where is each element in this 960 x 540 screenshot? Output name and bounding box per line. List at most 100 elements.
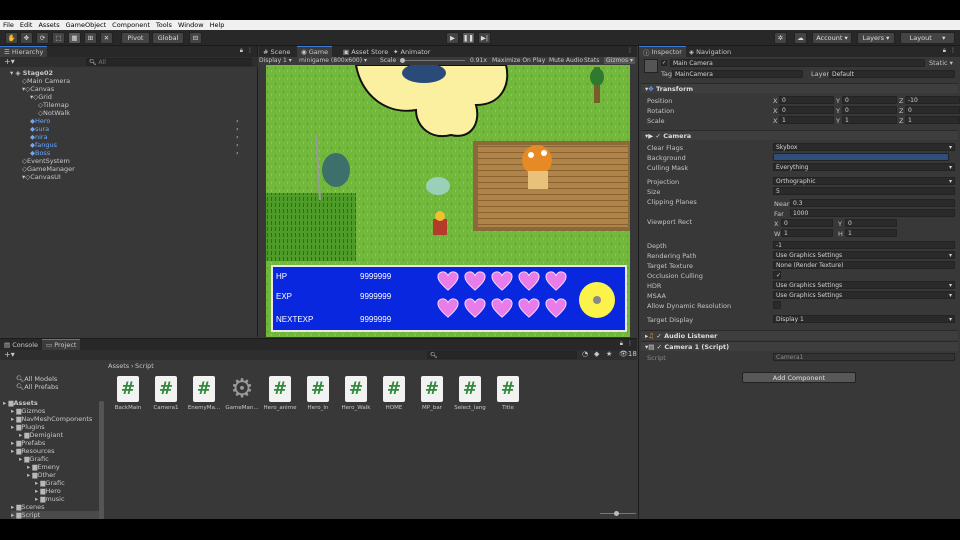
asset-item[interactable]: ⚙ GameMan... (225, 374, 259, 411)
menu-component[interactable]: Component (112, 21, 150, 29)
camera-row-field[interactable]: Use Graphics Settings ▾ (773, 251, 955, 259)
hierarchy-item[interactable]: ◇ NotWalk (38, 109, 70, 117)
static-toggle[interactable]: Static ▾ (929, 59, 953, 67)
asset-item[interactable]: # HOME (377, 376, 411, 411)
hand-tool-icon[interactable]: ✋ (5, 32, 18, 44)
grid-snap-icon[interactable]: ⊟ (189, 32, 202, 44)
stats-toggle[interactable]: Stats (584, 57, 599, 64)
hierarchy-item[interactable]: ▾◇ Canvas (22, 85, 54, 93)
transform-scale-z-field[interactable]: 1 (905, 116, 960, 124)
project-tree-item[interactable]: ▸ ▆ Prefabs (11, 439, 45, 447)
asset-item[interactable]: # Select_lang (453, 376, 487, 411)
transform-position-z-field[interactable]: -10 (905, 96, 960, 104)
cloud-icon[interactable]: ☁ (794, 32, 807, 44)
transform-scale-y-field[interactable]: 1 (842, 116, 897, 124)
tab-animator[interactable]: ✦ Animator (389, 46, 434, 57)
far-field[interactable]: 1000 (790, 209, 955, 217)
scene-root[interactable]: ▾ ◈ Stage02 (10, 69, 53, 77)
transform-rotation-z-field[interactable]: 0 (905, 106, 960, 114)
prefab-open-icon[interactable]: › (236, 117, 239, 125)
transform-position-x-field[interactable]: 0 (779, 96, 834, 104)
breadcrumb-assets[interactable]: Assets (108, 362, 129, 370)
hierarchy-item[interactable]: ◆ Hero › (30, 117, 239, 125)
scale-slider-thumb[interactable] (400, 58, 405, 63)
hierarchy-item[interactable]: ◇ Tilemap (38, 101, 69, 109)
hierarchy-item[interactable]: ◆ fangus › (30, 141, 239, 149)
hierarchy-item[interactable]: ▾◇ CanvasUI (22, 173, 61, 181)
active-checkbox[interactable]: ✓ (661, 60, 667, 66)
menu-window[interactable]: Window (178, 21, 204, 29)
vp-w-field[interactable]: 1 (781, 229, 833, 237)
panel-menu-icon[interactable]: ⋮ (950, 47, 956, 54)
lock-icon[interactable]: 🔒︎ (943, 47, 946, 55)
camera-row-field[interactable] (773, 153, 949, 161)
near-field[interactable]: 0.3 (790, 199, 955, 207)
move-tool-icon[interactable]: ✥ (20, 32, 33, 44)
favorite-item[interactable]: 🔍︎ All Prefabs (16, 383, 59, 391)
menu-file[interactable]: File (3, 21, 14, 29)
prefab-open-icon[interactable]: › (236, 149, 239, 157)
project-tree-item[interactable]: ▸ ▆ Assets (3, 399, 38, 407)
vp-h-field[interactable]: 1 (845, 229, 897, 237)
project-search[interactable]: 🔍︎ (427, 351, 577, 359)
asset-item[interactable]: # Hero_In (301, 376, 335, 411)
camera-row-field[interactable]: Everything ▾ (773, 163, 955, 171)
asset-item[interactable]: # BackMain (111, 376, 145, 411)
account-dropdown[interactable]: Account ▾ (812, 32, 852, 44)
custom-tool-icon[interactable]: ✕ (100, 32, 113, 44)
project-tree-item[interactable]: ▸ ▆ Other (27, 471, 56, 479)
menu-tools[interactable]: Tools (156, 21, 172, 29)
camera-row-field[interactable]: 5 (773, 187, 955, 195)
project-tree-item[interactable]: ▸ ▆ Gizmos (11, 407, 45, 415)
lock-icon[interactable]: 🔒︎ (240, 47, 243, 55)
panel-menu-icon[interactable]: ⋮ (247, 47, 253, 54)
vp-x-field[interactable]: 0 (781, 219, 833, 227)
hierarchy-item[interactable]: ▾◇ Grid (30, 93, 52, 101)
create-add-icon[interactable]: +▾ (4, 350, 15, 359)
project-tree-item[interactable]: ▸ ▆ Plugins (11, 423, 45, 431)
gizmos-toggle[interactable]: Gizmos ▾ (604, 57, 636, 64)
global-toggle[interactable]: Global (152, 32, 184, 44)
camera-row-field[interactable]: ✓ (773, 271, 781, 279)
add-component-button[interactable]: Add Component (742, 372, 856, 383)
object-name-field[interactable]: Main Camera (670, 59, 925, 67)
transform-tool-icon[interactable]: ⊞ (84, 32, 97, 44)
project-tree-item[interactable]: ▸ ▆ Script (11, 511, 99, 519)
rect-tool-icon[interactable]: ▦ (68, 32, 81, 44)
scale-slider-track[interactable] (401, 60, 465, 61)
project-tree-item[interactable]: ▸ ▆ Demigiant (19, 431, 63, 439)
project-tree-item[interactable]: ▸ ▆ Resources (11, 447, 55, 455)
menu-gameobject[interactable]: GameObject (66, 21, 107, 29)
camera1-script-header[interactable]: ▾ ▤ ✓ Camera 1 (Script) (641, 341, 958, 351)
rotate-tool-icon[interactable]: ⟳ (36, 32, 49, 44)
tab-navigation[interactable]: ◈ Navigation (685, 46, 735, 57)
menu-edit[interactable]: Edit (20, 21, 33, 29)
favorite-star-icon[interactable]: ★ (606, 350, 612, 358)
hierarchy-item[interactable]: ◇ EventSystem (22, 157, 70, 165)
prefab-open-icon[interactable]: › (236, 125, 239, 133)
favorite-item[interactable]: 🔍︎ All Models (16, 375, 57, 383)
project-tree-item[interactable]: ▸ ▆ NavMeshComponents (11, 415, 92, 423)
tab-scene[interactable]: # Scene (259, 46, 294, 57)
asset-item[interactable]: # Hero_anime (263, 376, 297, 411)
step-button[interactable]: ▶| (478, 32, 491, 44)
transform-scale-x-field[interactable]: 1 (779, 116, 834, 124)
mute-audio-toggle[interactable]: Mute Audio (549, 57, 583, 64)
camera-row-field[interactable]: Display 1 ▾ (773, 315, 955, 323)
prefab-open-icon[interactable]: › (236, 141, 239, 149)
camera-row-field[interactable]: Orthographic ▾ (773, 177, 955, 185)
prefab-open-icon[interactable]: › (236, 133, 239, 141)
play-button[interactable]: ▶ (446, 32, 459, 44)
project-tree-item[interactable]: ▸ ▆ music (35, 495, 65, 503)
layers-dropdown[interactable]: Layers ▾ (857, 32, 895, 44)
resolution-dropdown[interactable]: minigame (800x600) ▾ (299, 57, 367, 64)
scale-tool-icon[interactable]: ⬚ (52, 32, 65, 44)
camera-row-field[interactable]: -1 (773, 241, 955, 249)
camera-row-field[interactable]: Use Graphics Settings ▾ (773, 291, 955, 299)
tab-asset-store[interactable]: ▣ Asset Store (339, 46, 392, 57)
panel-menu-icon[interactable]: ⋮ (627, 47, 633, 54)
tree-scrollbar[interactable] (99, 401, 104, 519)
pivot-toggle[interactable]: Pivot (121, 32, 150, 44)
tab-hierarchy[interactable]: ☰ Hierarchy (0, 46, 48, 57)
tab-console[interactable]: ▤ Console (0, 339, 42, 350)
